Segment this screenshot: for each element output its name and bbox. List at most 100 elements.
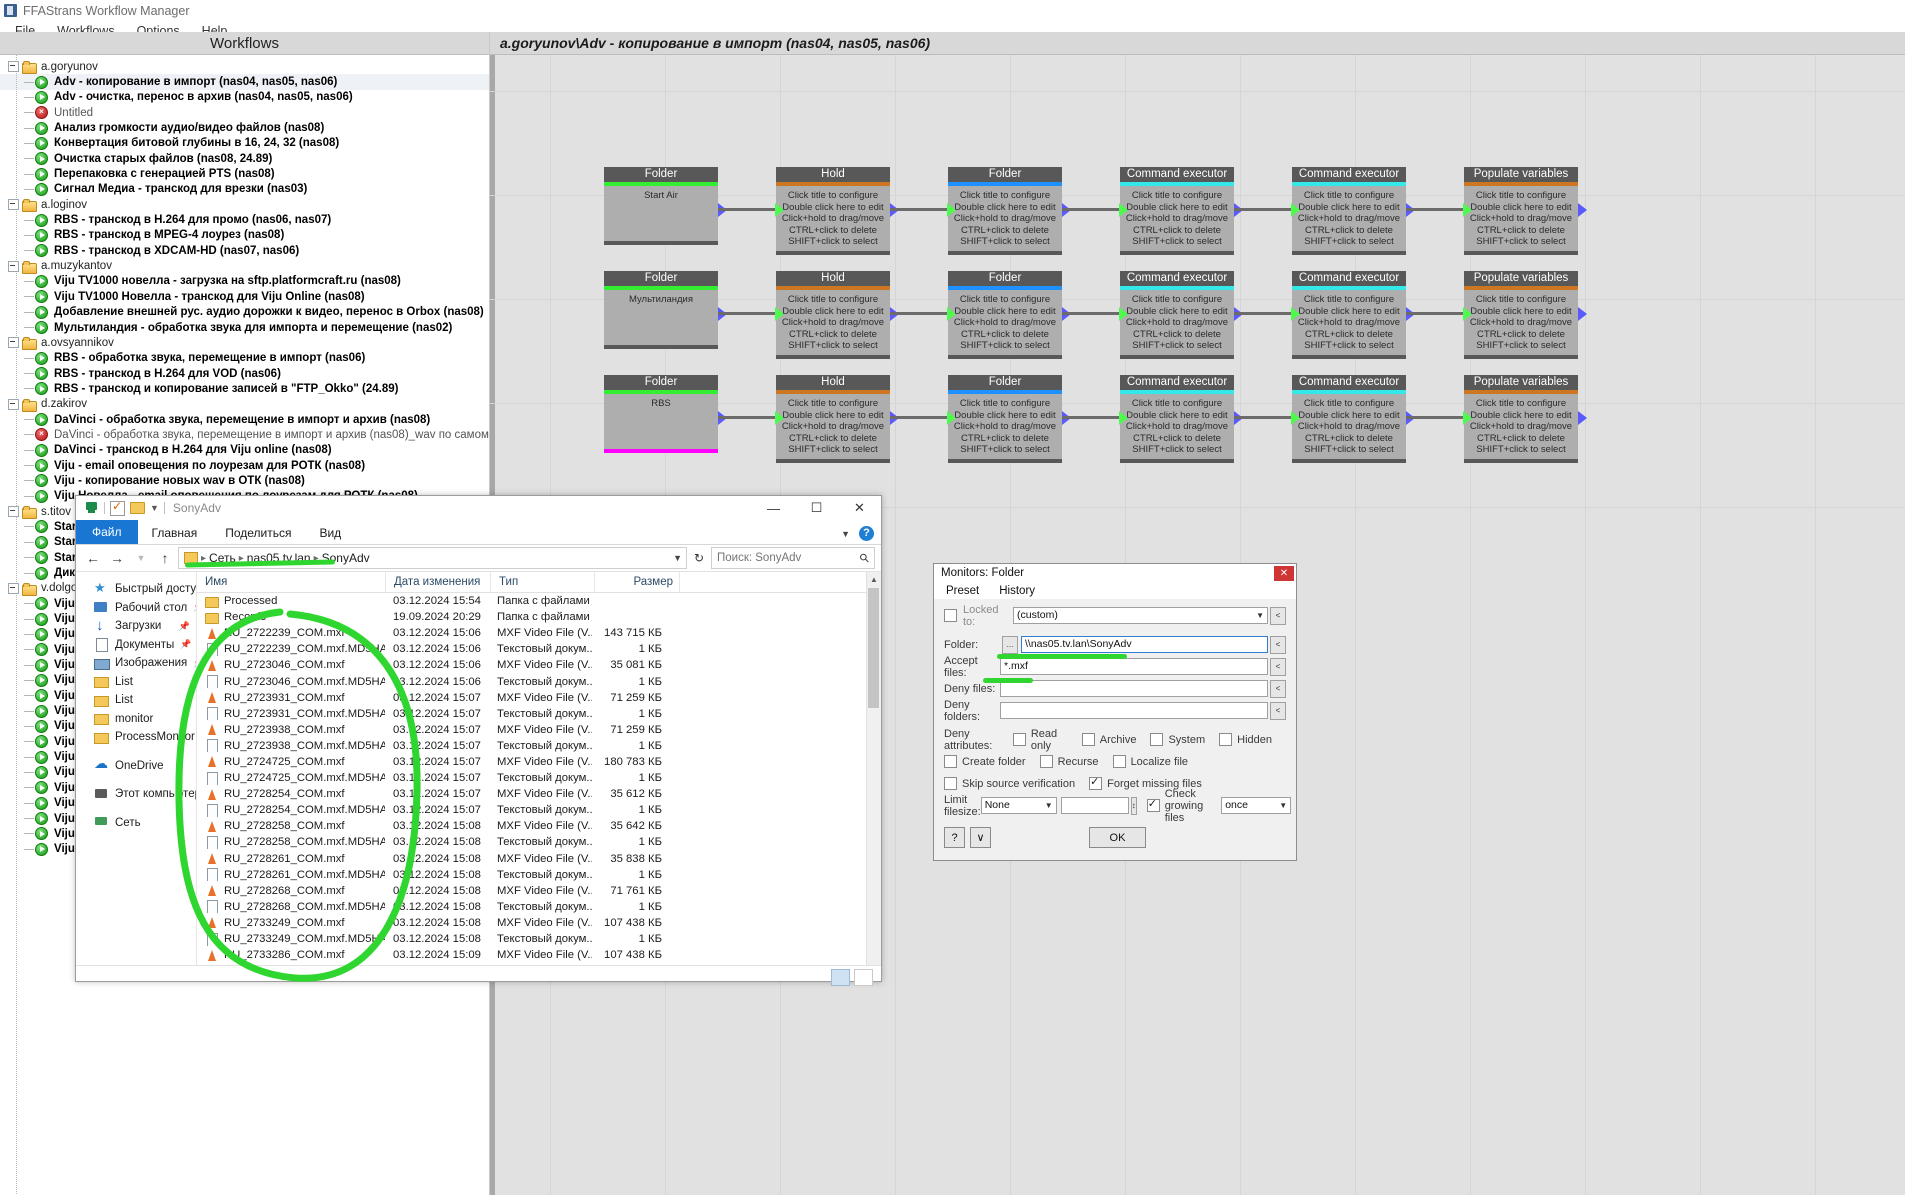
menu-preset[interactable]: Preset [946,585,979,597]
tree-item[interactable]: DaVinci - обработка звука, перемещение в… [0,427,489,442]
node-title[interactable]: Folder [948,271,1062,286]
nav-item[interactable]: Загрузки 📌 [76,617,196,636]
tree-item[interactable]: DaVinci - транскод в H.264 для Viju onli… [0,443,489,458]
workflow-node[interactable]: Folder Click title to configure Double cli… [947,167,1071,255]
limit-filesize-stepper[interactable]: ↕ [1130,796,1137,815]
node-title[interactable]: Populate variables [1464,375,1578,390]
nav-item[interactable]: Изображения📌 [76,654,196,673]
table-row[interactable]: RU_2723046_COM.mxf 03.12.2024 15:06 MXF Vi… [197,657,881,673]
nav-item[interactable]: List [76,691,196,710]
node-body[interactable]: Click title to configure Double click her… [1464,394,1578,459]
node-body[interactable]: Click title to configure Double click her… [948,394,1062,459]
properties-icon[interactable] [110,499,125,516]
tree-item[interactable]: Viju - email оповещения по лоурезам для … [0,458,489,473]
dialog-footer-left[interactable]: ? ∨ [944,827,991,848]
node-body[interactable]: Click title to configure Double click her… [948,186,1062,251]
check-growing-row[interactable]: Check growing files [1146,788,1203,824]
chevron-down-icon[interactable]: ▼ [1279,798,1287,813]
nav-item[interactable]: List [76,673,196,692]
limit-filesize-input[interactable] [1060,797,1129,814]
tree-group-d.zakirov[interactable]: d.zakirov [0,397,489,412]
ribbon-collapse-icon[interactable]: ▼ [841,529,850,539]
node-title[interactable]: Folder [604,271,718,286]
table-row[interactable]: RU_2728258_COM.mxf 03.12.2024 15:08 MXF Vi… [197,818,881,834]
workflow-node[interactable]: Command executor Click title to configure… [1119,375,1243,463]
tree-item[interactable]: Adv - очистка, перенос в архив (nas04, n… [0,90,489,105]
tab-share[interactable]: Поделиться [211,522,305,544]
node-output-port[interactable] [1578,203,1587,217]
column-date[interactable]: Дата изменения [386,572,491,592]
table-row[interactable]: RU_2728254_COM.mxf 03.12.2024 15:07 MXF Vi… [197,786,881,802]
close-button[interactable]: ✕ [838,496,881,520]
node-input-port[interactable] [775,203,784,217]
tree-item[interactable]: DaVinci - обработка звука, перемещение в… [0,412,489,427]
checkbox-row[interactable]: Read only [1012,728,1068,752]
attribute-checkboxes[interactable]: Read only Archive System Hidden [1012,728,1286,752]
table-row[interactable]: RU_2723046_COM.mxf.MD5HASH.txt 03.12.2024… [197,673,881,689]
locked-to-combo[interactable]: (custom) ▼ [1013,607,1268,624]
checkbox-row[interactable]: System [1150,728,1205,752]
tree-item[interactable]: RBS - транскод в H.264 для промо (nas06,… [0,212,489,227]
workflow-node[interactable]: Folder Click title to configure Double cli… [947,375,1071,463]
accept-files-expand-button[interactable]: < [1270,657,1286,676]
check-growing-checkbox[interactable] [1146,797,1160,812]
tree-group-a.ovsyannikov[interactable]: a.ovsyannikov [0,335,489,351]
table-row[interactable]: RU_2733249_COM.mxf 03.12.2024 15:08 MXF Vi… [197,915,881,931]
large-icons-view-button[interactable] [854,968,873,986]
node-title[interactable]: Command executor [1120,167,1234,182]
checkbox[interactable] [944,755,957,768]
tree-item[interactable]: RBS - транскод в MPEG-4 лоурез (nas08) [0,228,489,243]
node-body[interactable]: Start Air [604,186,718,241]
tree-item[interactable]: Очистка старых файлов (nas08, 24.89) [0,151,489,166]
checkbox-row[interactable]: Archive [1081,728,1136,752]
node-body[interactable]: Click title to configure Double click her… [776,186,890,251]
node-body[interactable]: Click title to configure Double click her… [776,394,890,459]
nav-item[interactable]: monitor [76,710,196,729]
details-view-button[interactable] [831,968,850,986]
tree-item[interactable]: Сигнал Медиа - транскод для врезки (nas0… [0,182,489,197]
chevron-down-icon[interactable]: ▼ [1045,798,1053,813]
nav-item[interactable]: ProcessMonitor ( [76,728,196,747]
tree-item[interactable]: Добавление внешней рус. аудио дорожки к … [0,305,489,320]
node-input-port[interactable] [1463,411,1472,425]
help-button[interactable]: ? [944,827,965,848]
column-size[interactable]: Размер [595,572,680,592]
node-body[interactable]: Click title to configure Double click her… [948,290,1062,355]
tree-item[interactable]: Viju - копирование новых wav в ОТК (nas0… [0,473,489,488]
navigation-pane[interactable]: Быстрый доступРабочий стол📌Загрузки📌Доку… [76,572,196,965]
node-body[interactable]: Click title to configure Double click her… [1120,394,1234,459]
tree-item[interactable]: Перепаковка с генерацией PTS (nas08) [0,166,489,181]
node-input-port[interactable] [1291,203,1300,217]
nav-item[interactable]: Документы 📌 [76,636,196,655]
node-body[interactable]: Мультиландия [604,290,718,345]
table-row[interactable]: RU_2723931_COM.mxf.MD5HASH.txt 03.12.2024… [197,706,881,722]
chevron-down-icon[interactable]: ▼ [1256,608,1264,623]
node-body[interactable]: RBS [604,394,718,449]
node-title[interactable]: Populate variables [1464,167,1578,182]
nav-item[interactable]: Сеть [76,814,196,833]
node-input-port[interactable] [1119,307,1128,321]
table-row[interactable]: RU_2728261_COM.mxf.MD5HASH.txt 03.12.2024… [197,867,881,883]
node-title[interactable]: Populate variables [1464,271,1578,286]
deny-files-input[interactable] [1000,680,1268,697]
node-title[interactable]: Command executor [1292,271,1406,286]
checkbox[interactable] [1081,733,1095,746]
node-output-port[interactable] [1578,307,1587,321]
dialog-close-button[interactable]: ✕ [1274,565,1294,581]
table-row[interactable]: RU_2728261_COM.mxf 03.12.2024 15:08 MXF Vi… [197,851,881,867]
node-body[interactable]: Click title to configure Double click her… [1120,186,1234,251]
help-icon[interactable]: ? [859,526,874,541]
tab-home[interactable]: Главная [138,522,212,544]
workflow-node[interactable]: Command executor Click title to configure… [1119,167,1243,255]
node-output-port[interactable] [1578,411,1587,425]
file-list-scrollbar[interactable]: ▲ [866,572,881,965]
node-body[interactable]: Click title to configure Double click her… [1292,290,1406,355]
node-body[interactable]: Click title to configure Double click her… [1464,290,1578,355]
table-row[interactable]: RU_2722239_COM.mxf.MD5HASH.txt 03.12.2024… [197,641,881,657]
expander-icon[interactable] [8,61,19,73]
node-title[interactable]: Command executor [1120,375,1234,390]
workflow-node[interactable]: Hold Click title to configure Double click… [775,271,899,359]
tree-item[interactable]: Viju TV1000 новелла - загрузка на sftp.p… [0,274,489,289]
workflow-node[interactable]: Folder RBS [604,375,727,453]
refresh-icon[interactable]: ↻ [689,548,709,568]
